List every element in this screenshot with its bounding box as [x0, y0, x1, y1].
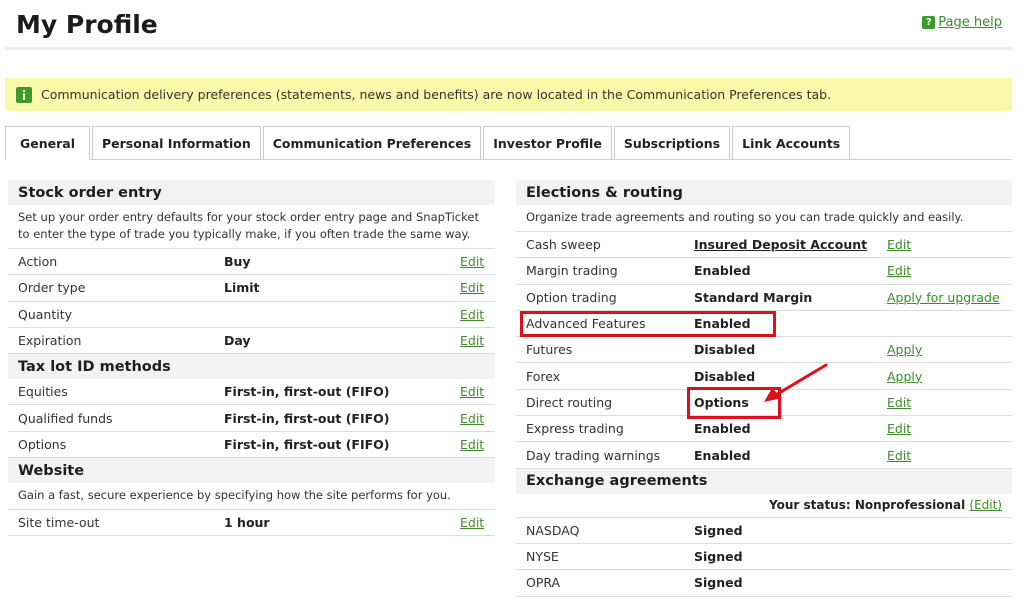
row-label: NYSE — [526, 549, 559, 565]
table-row: Day trading warnings Enabled Edit — [516, 442, 1012, 469]
edit-expiration-link[interactable]: Edit — [460, 333, 495, 348]
table-row: Action Buy Edit — [8, 249, 495, 276]
row-label: Options — [18, 436, 67, 452]
row-label: Express trading — [526, 421, 624, 437]
exchange-agreements-heading: Exchange agreements — [516, 468, 1012, 494]
edit-options-link[interactable]: Edit — [460, 437, 495, 452]
edit-order-type-link[interactable]: Edit — [460, 280, 495, 295]
tab-personal-information[interactable]: Personal Information — [92, 126, 261, 159]
edit-quantity-link[interactable]: Edit — [460, 307, 495, 322]
table-row: Expiration Day Edit — [8, 328, 495, 355]
tab-subscriptions[interactable]: Subscriptions — [613, 126, 731, 159]
row-value: Day — [224, 333, 251, 349]
notice-banner: Communication delivery preferences (stat… — [5, 78, 1012, 111]
page-help-link[interactable]: ? Page help — [922, 15, 1002, 30]
row-value: Enabled — [694, 263, 751, 279]
edit-qualified-funds-link[interactable]: Edit — [460, 411, 495, 426]
row-value: 1 hour — [224, 515, 270, 531]
tab-general[interactable]: General — [5, 126, 90, 160]
advanced-features-highlight — [520, 311, 776, 337]
insured-deposit-account-link[interactable]: Insured Deposit Account — [694, 237, 887, 252]
row-value: Signed — [694, 575, 743, 591]
info-icon — [16, 86, 32, 103]
edit-direct-routing-link[interactable]: Edit — [887, 395, 1012, 410]
row-value: Limit — [224, 280, 260, 296]
row-value: Signed — [694, 549, 743, 565]
table-row: NASDAQ Signed — [516, 518, 1012, 544]
edit-equities-link[interactable]: Edit — [460, 384, 495, 399]
status-label: Your status: — [769, 498, 851, 513]
tab-bar: General Personal Information Communicati… — [5, 126, 1012, 160]
row-label: Margin trading — [526, 263, 618, 279]
edit-day-trading-warnings-link[interactable]: Edit — [887, 448, 1012, 463]
row-label: NASDAQ — [526, 522, 580, 538]
row-label: OPRA — [526, 575, 561, 591]
row-value: Enabled — [694, 421, 751, 437]
status-value: Nonprofessional — [854, 498, 966, 513]
elections-routing-heading: Elections & routing — [516, 180, 1012, 205]
table-row: Order type Limit Edit — [8, 275, 495, 302]
apply-for-upgrade-link[interactable]: Apply for upgrade — [887, 290, 1012, 305]
row-value: First-in, first-out (FIFO) — [224, 410, 390, 426]
table-row: Option trading Standard Margin Apply for… — [516, 285, 1012, 311]
row-label: Qualified funds — [18, 410, 113, 426]
tax-lot-heading: Tax lot ID methods — [8, 354, 495, 380]
row-label: Equities — [18, 384, 68, 400]
edit-status-link[interactable]: (Edit) — [969, 498, 1002, 512]
row-label: Cash sweep — [526, 237, 601, 253]
row-value: Signed — [694, 522, 743, 538]
row-label: Day trading warnings — [526, 447, 661, 463]
stock-order-entry-heading: Stock order entry — [8, 180, 495, 205]
apply-forex-link[interactable]: Apply — [887, 369, 1012, 384]
edit-margin-trading-link[interactable]: Edit — [887, 263, 1012, 278]
row-label: Action — [18, 254, 58, 270]
table-row: Margin trading Enabled Edit — [516, 258, 1012, 285]
table-row: Options First-in, first-out (FIFO) Edit — [8, 432, 495, 459]
tab-communication-preferences[interactable]: Communication Preferences — [262, 126, 482, 159]
row-label: Site time-out — [18, 515, 100, 531]
row-value: Buy — [224, 254, 251, 270]
row-label: Direct routing — [526, 394, 613, 410]
row-label: Quantity — [18, 306, 73, 322]
edit-action-link[interactable]: Edit — [460, 254, 495, 269]
annotation-arrow-icon — [764, 363, 828, 402]
row-label: Forex — [526, 368, 561, 384]
table-row: NYSE Signed — [516, 544, 1012, 571]
row-value: First-in, first-out (FIFO) — [224, 384, 390, 400]
row-label: Option trading — [526, 289, 617, 305]
edit-site-timeout-link[interactable]: Edit — [460, 515, 495, 530]
row-value: First-in, first-out (FIFO) — [224, 436, 390, 452]
website-heading: Website — [8, 458, 495, 484]
status-line: Your status: Nonprofessional (Edit) — [516, 494, 1012, 518]
apply-futures-link[interactable]: Apply — [887, 342, 1012, 357]
row-value: Enabled — [694, 447, 751, 463]
table-row: Express trading Enabled Edit — [516, 416, 1012, 443]
website-description: Gain a fast, secure experience by specif… — [8, 483, 495, 511]
elections-routing-description: Organize trade agreements and routing so… — [516, 205, 1012, 232]
edit-cash-sweep-link[interactable]: Edit — [887, 237, 1012, 252]
title-divider — [5, 47, 1012, 50]
stock-order-entry-description: Set up your order entry defaults for you… — [8, 205, 495, 249]
tab-investor-profile[interactable]: Investor Profile — [483, 126, 612, 159]
edit-express-trading-link[interactable]: Edit — [887, 421, 1012, 436]
row-value: Standard Margin — [694, 289, 813, 305]
left-panel: Stock order entry Set up your order entr… — [8, 180, 495, 537]
notice-text: Communication delivery preferences (stat… — [41, 87, 832, 102]
row-label: Expiration — [18, 333, 82, 349]
table-row: Quantity Edit — [8, 302, 495, 328]
page-title: My Profile — [16, 10, 158, 39]
row-label: Futures — [526, 342, 573, 358]
table-row: Qualified funds First-in, first-out (FIF… — [8, 405, 495, 432]
row-label: Order type — [18, 280, 86, 296]
table-row: Equities First-in, first-out (FIFO) Edit — [8, 379, 495, 406]
table-row: Site time-out 1 hour Edit — [8, 510, 495, 537]
page-help-label[interactable]: Page help — [938, 15, 1002, 30]
tab-link-accounts[interactable]: Link Accounts — [732, 126, 851, 159]
row-value: Disabled — [694, 342, 756, 358]
help-icon: ? — [922, 16, 936, 29]
table-row: OPRA Signed — [516, 570, 1012, 597]
table-row: Cash sweep Insured Deposit Account Edit — [516, 232, 1012, 259]
